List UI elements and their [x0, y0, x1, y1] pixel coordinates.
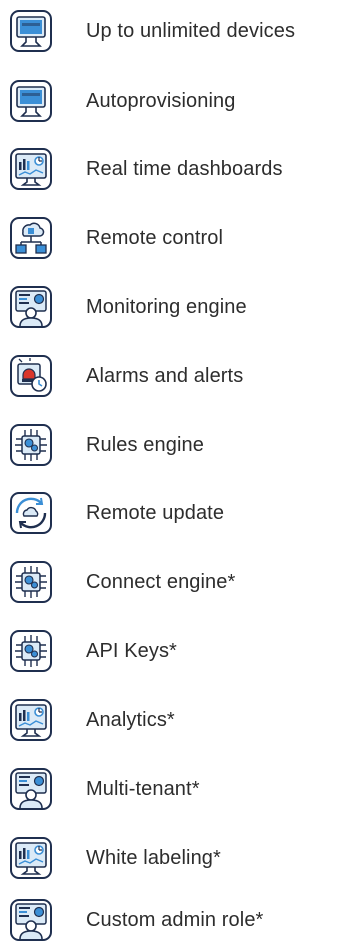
feature-label: White labeling* — [86, 847, 221, 869]
feature-label: Autoprovisioning — [86, 90, 236, 112]
feature-label: Monitoring engine — [86, 296, 247, 318]
feature-item-monitoring-engine: Monitoring engine — [0, 284, 348, 330]
processor-chip-icon — [8, 422, 54, 468]
network-control-icon — [8, 215, 54, 261]
alarm-clock-icon — [8, 353, 54, 399]
feature-label: Alarms and alerts — [86, 365, 244, 387]
feature-item-analytics: Analytics* — [0, 697, 348, 743]
dashboard-chart-icon — [8, 697, 54, 743]
feature-label: Remote control — [86, 227, 224, 249]
feature-item-remote-update: Remote update — [0, 490, 348, 536]
devices-monitor-icon — [8, 78, 54, 124]
feature-item-white-labeling: White labeling* — [0, 835, 348, 881]
feature-label: Rules engine — [86, 434, 204, 456]
feature-label: API Keys* — [86, 640, 177, 662]
feature-item-custom-admin-role: Custom admin role* — [0, 897, 348, 943]
feature-item-autoprovisioning: Autoprovisioning — [0, 78, 348, 124]
monitoring-user-icon — [8, 897, 54, 943]
dashboard-chart-icon — [8, 146, 54, 192]
feature-item-api-keys: API Keys* — [0, 628, 348, 674]
devices-monitor-icon — [8, 8, 54, 54]
feature-item-real-time-dashboards: Real time dashboards — [0, 146, 348, 192]
cloud-update-icon — [8, 490, 54, 536]
processor-chip-icon — [8, 628, 54, 674]
processor-chip-icon — [8, 559, 54, 605]
feature-label: Remote update — [86, 502, 225, 524]
feature-label: Multi-tenant* — [86, 778, 200, 800]
feature-item-multi-tenant: Multi-tenant* — [0, 766, 348, 812]
feature-item-rules-engine: Rules engine — [0, 422, 348, 468]
monitoring-user-icon — [8, 766, 54, 812]
dashboard-chart-icon — [8, 835, 54, 881]
feature-item-remote-control: Remote control — [0, 215, 348, 261]
feature-item-unlimited-devices: Up to unlimited devices — [0, 8, 348, 54]
monitoring-user-icon — [8, 284, 54, 330]
feature-label: Analytics* — [86, 709, 175, 731]
feature-label: Connect engine* — [86, 571, 236, 593]
feature-label: Custom admin role* — [86, 909, 264, 931]
feature-label: Real time dashboards — [86, 158, 283, 180]
feature-item-connect-engine: Connect engine* — [0, 559, 348, 605]
feature-item-alarms-alerts: Alarms and alerts — [0, 353, 348, 399]
feature-label: Up to unlimited devices — [86, 20, 296, 42]
